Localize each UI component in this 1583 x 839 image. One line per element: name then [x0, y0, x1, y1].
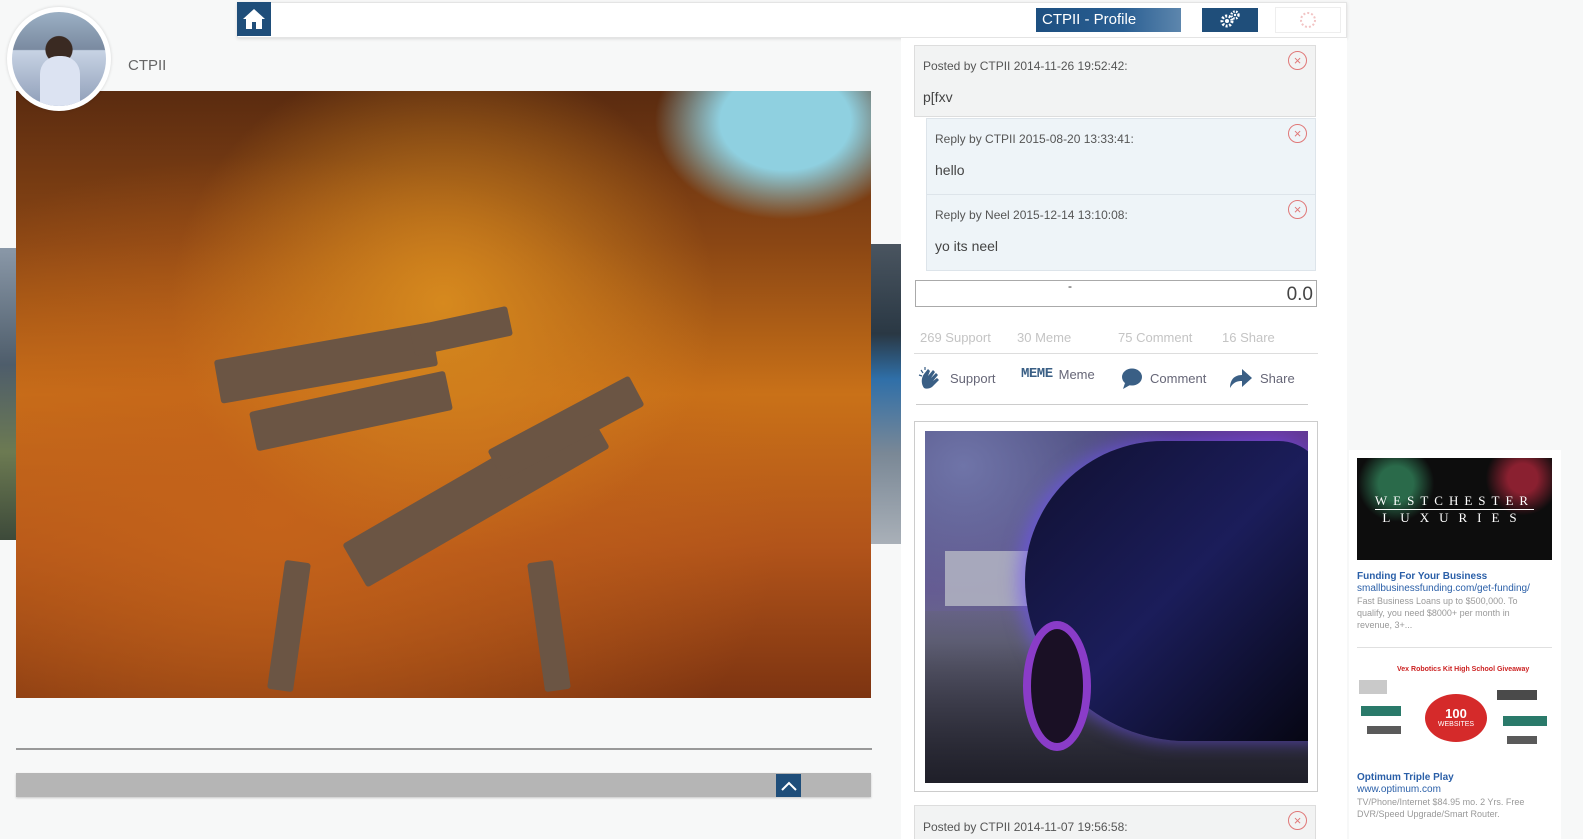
loading-indicator	[1275, 7, 1341, 33]
ad-title[interactable]: Optimum Triple Play	[1357, 772, 1454, 783]
profile-button[interactable]: CTPII - Profile	[1036, 8, 1181, 32]
meme-label: Meme	[1058, 366, 1095, 382]
background-photo-strip-middle	[871, 244, 901, 544]
ad-image-part	[1361, 706, 1401, 716]
comment-count[interactable]: 75 Comment	[1118, 330, 1192, 345]
reply-meta: Reply by Neel 2015-12-14 13:10:08:	[935, 208, 1128, 222]
ad-description: TV/Phone/Internet $84.95 mo. 2 Yrs. Free…	[1357, 797, 1525, 819]
reply-text: yo its neel	[935, 238, 999, 254]
meme-count[interactable]: 30 Meme	[1017, 330, 1071, 345]
ad-badge-number: 100	[1445, 706, 1467, 721]
ad-image-part	[1359, 680, 1387, 694]
support-button[interactable]: Support	[918, 366, 996, 390]
share-button[interactable]: Share	[1228, 366, 1295, 390]
ad-badge: 100 WEBSITES	[1425, 694, 1487, 742]
ad-url[interactable]: smallbusinessfunding.com/get-funding/	[1357, 583, 1530, 594]
meme-icon: MEME	[1021, 366, 1053, 382]
close-icon: ×	[1293, 126, 1302, 141]
clapping-hands-icon	[918, 367, 939, 389]
settings-button[interactable]	[1202, 8, 1258, 32]
ad-image-part	[1497, 690, 1537, 700]
gear-icon	[1220, 10, 1240, 28]
collapse-button[interactable]	[776, 774, 801, 797]
speech-bubble-icon	[1122, 368, 1142, 389]
delete-comment-button[interactable]: ×	[1288, 51, 1307, 70]
close-icon: ×	[1293, 53, 1302, 68]
comment-reply: Reply by Neel 2015-12-14 13:10:08: yo it…	[926, 194, 1316, 271]
ad-divider	[1357, 647, 1552, 648]
comment-text: p[fxv	[923, 89, 953, 105]
share-arrow-icon	[1230, 369, 1252, 388]
ad-url[interactable]: www.optimum.com	[1357, 784, 1441, 795]
ad-image-heading: Vex Robotics Kit High School Giveaway	[1397, 666, 1530, 673]
home-icon	[243, 9, 265, 29]
bench-leg	[527, 559, 571, 693]
spinner-icon	[1300, 12, 1316, 28]
background-photo-strip-left	[0, 248, 16, 540]
ad-logo-text: LUXURIES	[1382, 509, 1527, 525]
home-button[interactable]	[237, 2, 271, 36]
share-count[interactable]: 16 Share	[1222, 330, 1275, 345]
reply-text: hello	[935, 162, 965, 178]
ad-image[interactable]: Vex Robotics Kit High School Giveaway 10…	[1357, 660, 1552, 760]
close-icon: ×	[1293, 813, 1302, 828]
comment-button[interactable]: Comment	[1120, 366, 1206, 390]
avatar-photo	[12, 12, 106, 106]
share-label: Share	[1260, 370, 1295, 386]
ad-image-part	[1503, 716, 1547, 726]
reply-meta: Reply by CTPII 2015-08-20 13:33:41:	[935, 132, 1134, 146]
support-count[interactable]: 269 Support	[920, 330, 991, 345]
comment-post: Posted by CTPII 2014-11-07 19:56:58: ×	[914, 805, 1316, 839]
ad-description: Fast Business Loans up to $500,000. To q…	[1357, 596, 1518, 630]
ad-image-part	[1507, 736, 1537, 744]
ad-logo-text: WESTCHESTER	[1374, 492, 1535, 510]
delete-reply-button[interactable]: ×	[1288, 200, 1307, 219]
close-icon: ×	[1293, 202, 1302, 217]
comment-post: Posted by CTPII 2014-11-26 19:52:42: p[f…	[914, 45, 1316, 117]
ad-badge-text: WEBSITES	[1437, 721, 1475, 728]
support-label: Support	[950, 370, 996, 386]
comment-meta: Posted by CTPII 2014-11-07 19:56:58:	[923, 820, 1128, 834]
post-footer-bar	[16, 773, 871, 797]
photo-car-wheel	[1023, 621, 1091, 751]
actions-divider	[916, 404, 1308, 405]
profile-username[interactable]: CTPII	[128, 57, 166, 74]
bench-leg	[267, 559, 311, 693]
bench-back-slat	[408, 305, 514, 357]
rating-field[interactable]: - 0.0	[915, 279, 1317, 307]
ad-image-part	[1367, 726, 1401, 734]
delete-reply-button[interactable]: ×	[1288, 124, 1307, 143]
main-post-photo[interactable]	[16, 91, 871, 698]
rating-dash: -	[1068, 279, 1072, 293]
stats-divider	[914, 353, 1318, 354]
delete-comment-button[interactable]: ×	[1288, 811, 1307, 830]
linked-post-photo[interactable]	[925, 431, 1308, 783]
comment-reply: Reply by CTPII 2015-08-20 13:33:41: hell…	[926, 118, 1316, 195]
chevron-up-icon	[780, 781, 797, 791]
ad-image[interactable]: WESTCHESTER LUXURIES	[1357, 458, 1552, 560]
rating-value: 0.0	[1286, 284, 1313, 305]
comment-label: Comment	[1150, 370, 1207, 386]
comment-meta: Posted by CTPII 2014-11-26 19:52:42:	[923, 59, 1128, 73]
post-divider	[16, 748, 872, 750]
meme-button[interactable]: MEME Meme	[1021, 366, 1095, 382]
ad-title[interactable]: Funding For Your Business	[1357, 571, 1487, 582]
avatar[interactable]	[7, 7, 111, 111]
